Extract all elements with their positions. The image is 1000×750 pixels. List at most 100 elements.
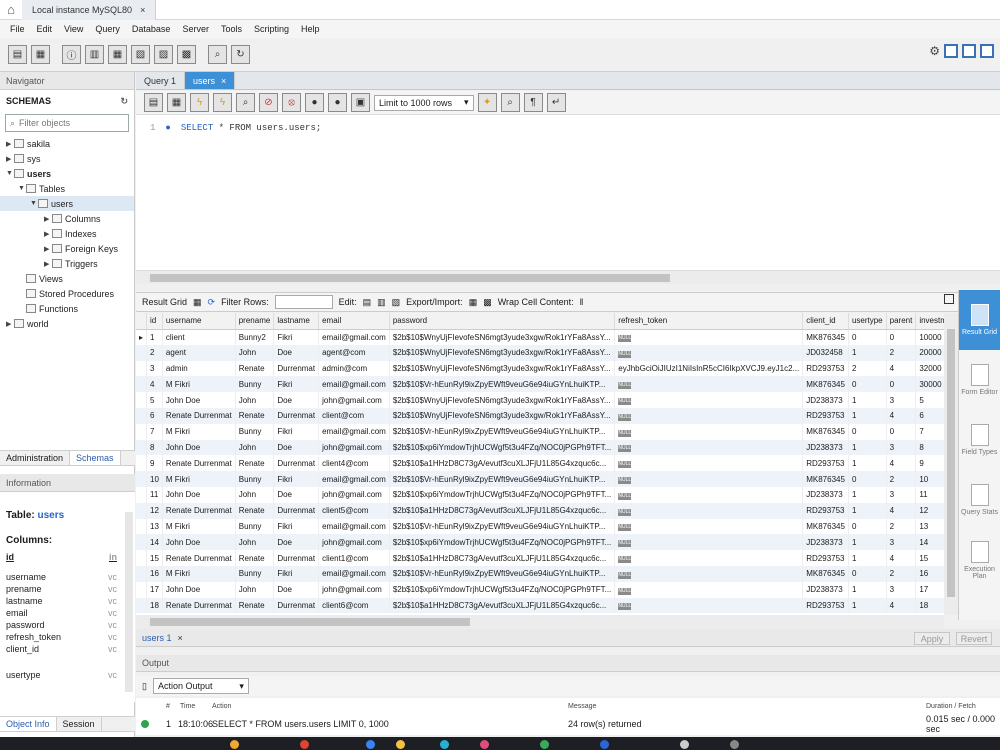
table-cell[interactable]: 1: [848, 597, 887, 614]
tree-item-users[interactable]: ▼ users: [0, 166, 134, 181]
table-cell[interactable]: NULL: [614, 550, 804, 566]
table-cell[interactable]: NULL: [614, 581, 804, 598]
table-row[interactable]: 3 admin Renate Durrenmat admin@com $2b$10$Wny…: [136, 360, 958, 377]
row-marker[interactable]: [136, 534, 147, 551]
inspector-icon[interactable]: ⓘ: [62, 45, 81, 64]
table-cell[interactable]: $2b$10$Vr-hEunRyl9ixZpyEWft9veuG6e94iuGY…: [389, 423, 616, 440]
taskbar-app-icon[interactable]: [730, 740, 739, 749]
close-icon[interactable]: ×: [178, 633, 183, 643]
table-cell[interactable]: 4: [146, 376, 163, 393]
table-cell[interactable]: $2b$10$xp6iYmdowTrjhUCWgf5t3u4FZq/NOC0jP…: [389, 439, 616, 456]
table-cell[interactable]: Doe: [273, 344, 320, 361]
scrollbar-thumb[interactable]: [150, 274, 670, 282]
table-cell[interactable]: JD238373: [802, 534, 849, 551]
connection-tab[interactable]: Local instance MySQL80 ×: [22, 0, 157, 20]
table-cell[interactable]: MK876345: [802, 471, 849, 487]
table-cell[interactable]: Renate Durrenmat: [162, 597, 236, 614]
table-cell[interactable]: admin: [162, 360, 236, 377]
table-cell[interactable]: admin@com: [318, 360, 390, 377]
table-cell[interactable]: John: [235, 534, 275, 551]
table-cell[interactable]: Fikri: [273, 471, 320, 487]
revert-button[interactable]: Revert: [956, 632, 992, 645]
table-cell[interactable]: John Doe: [162, 581, 236, 598]
expand-arrow-icon[interactable]: ▶: [6, 140, 14, 148]
table-cell[interactable]: NULL: [614, 518, 804, 535]
table-cell[interactable]: 7: [146, 423, 163, 440]
side-field-types[interactable]: Field Types: [959, 410, 1000, 470]
table-cell[interactable]: Bunny: [235, 518, 275, 535]
tree-item-sys[interactable]: ▶ sys: [0, 151, 134, 166]
table-row[interactable]: 14 John Doe John Doe john@gmail.com $2b$10$xp…: [136, 534, 958, 551]
table-cell[interactable]: 0: [886, 423, 917, 440]
maximize-result-icon[interactable]: [944, 294, 954, 304]
table-cell[interactable]: NULL: [614, 329, 804, 345]
table-cell[interactable]: Bunny2: [235, 329, 275, 345]
table-row[interactable]: 4M Fikri Bunny Fikri email@gmail.com $2b$10$…: [136, 376, 958, 393]
refresh-icon[interactable]: ↻: [120, 96, 128, 107]
table-cell[interactable]: 3: [886, 439, 917, 456]
limit-rows-select[interactable]: Limit to 1000 rows ▾: [374, 94, 474, 111]
table-cell[interactable]: 1: [848, 439, 887, 456]
table-cell[interactable]: NULL: [614, 534, 804, 551]
table-cell[interactable]: 16: [146, 565, 163, 582]
row-marker[interactable]: [136, 565, 147, 582]
row-marker[interactable]: [136, 423, 147, 440]
table-cell[interactable]: agent@com: [318, 344, 390, 361]
table-cell[interactable]: 1: [848, 455, 887, 472]
table-cell[interactable]: NULL: [614, 565, 804, 582]
table-cell[interactable]: 3: [886, 392, 917, 408]
create-function-icon[interactable]: ▩: [177, 45, 196, 64]
table-cell[interactable]: $2b$10$a1HHzD8C73gA/evutf3cuXLJFjU1L85G4…: [389, 455, 616, 472]
grid-horizontal-scrollbar[interactable]: [136, 615, 944, 629]
refresh-icon[interactable]: ⟳: [208, 297, 216, 308]
table-cell[interactable]: NULL: [614, 455, 804, 472]
table-cell[interactable]: JD238373: [802, 439, 849, 456]
delete-row-icon[interactable]: ▧: [392, 297, 401, 308]
import-icon[interactable]: ▩: [483, 297, 492, 308]
execute-current-icon[interactable]: ϟ: [213, 93, 232, 112]
table-cell[interactable]: 0: [848, 329, 887, 345]
table-cell[interactable]: john@gmail.com: [318, 486, 390, 503]
tree-item-users-table[interactable]: ▼ users: [0, 196, 134, 211]
table-cell[interactable]: email@gmail.com: [318, 518, 390, 535]
explain-icon[interactable]: ⌕: [236, 93, 255, 112]
table-cell[interactable]: 2: [886, 344, 917, 361]
table-cell[interactable]: John: [235, 486, 275, 503]
menu-query[interactable]: Query: [89, 24, 126, 34]
menu-file[interactable]: File: [4, 24, 31, 34]
table-cell[interactable]: NULL: [614, 376, 804, 393]
column-header[interactable]: refresh_token: [614, 313, 804, 330]
table-cell[interactable]: Durrenmat: [273, 597, 320, 614]
reconnect-icon[interactable]: ↻: [231, 45, 250, 64]
column-header[interactable]: id: [146, 313, 163, 330]
table-row[interactable]: 16 M Fikri Bunny Fikri email@gmail.com $2b$10…: [136, 565, 958, 582]
table-cell[interactable]: NULL: [614, 502, 804, 519]
taskbar-app-icon[interactable]: [680, 740, 689, 749]
collapse-arrow-icon[interactable]: ▼: [18, 185, 26, 192]
output-entry-row[interactable]: 1 18:10:06 SELECT * FROM users.users LIM…: [136, 714, 1000, 734]
table-cell[interactable]: $2b$10$Vr-hEunRyl9ixZpyEWft9veuG6e94iuGY…: [389, 471, 616, 487]
table-cell[interactable]: 0: [886, 376, 917, 393]
table-cell[interactable]: Bunny: [235, 471, 275, 487]
table-row[interactable]: 15 Renate Durrenmat Renate Durrenmat client1…: [136, 550, 958, 566]
table-row[interactable]: 5 John Doe John Doe john@gmail.com $2b$10$Wny…: [136, 392, 958, 408]
table-cell[interactable]: Renate Durrenmat: [162, 502, 236, 519]
tab-administration[interactable]: Administration: [0, 451, 71, 465]
table-cell[interactable]: 4: [886, 502, 917, 519]
table-row[interactable]: ▸ 1 client Bunny2 Fikri email@gmail.com $2b$10…: [136, 329, 958, 345]
table-cell[interactable]: John: [235, 392, 275, 408]
row-marker[interactable]: [136, 486, 147, 503]
row-marker[interactable]: ▸: [136, 329, 147, 345]
table-cell[interactable]: Fikri: [273, 518, 320, 535]
table-cell[interactable]: NULL: [614, 392, 804, 408]
grid-icon[interactable]: ▦: [193, 297, 202, 308]
table-cell[interactable]: 4: [886, 360, 917, 377]
table-cell[interactable]: Renate Durrenmat: [162, 550, 236, 566]
tab-users[interactable]: users ×: [185, 72, 236, 89]
table-cell[interactable]: Renate: [235, 597, 275, 614]
table-cell[interactable]: 1: [848, 534, 887, 551]
tab-query-1[interactable]: Query 1: [136, 72, 186, 89]
table-cell[interactable]: MK876345: [802, 565, 849, 582]
sql-editor[interactable]: 1 ● SELECT * FROM users.users;: [136, 115, 1000, 270]
table-cell[interactable]: John Doe: [162, 439, 236, 456]
